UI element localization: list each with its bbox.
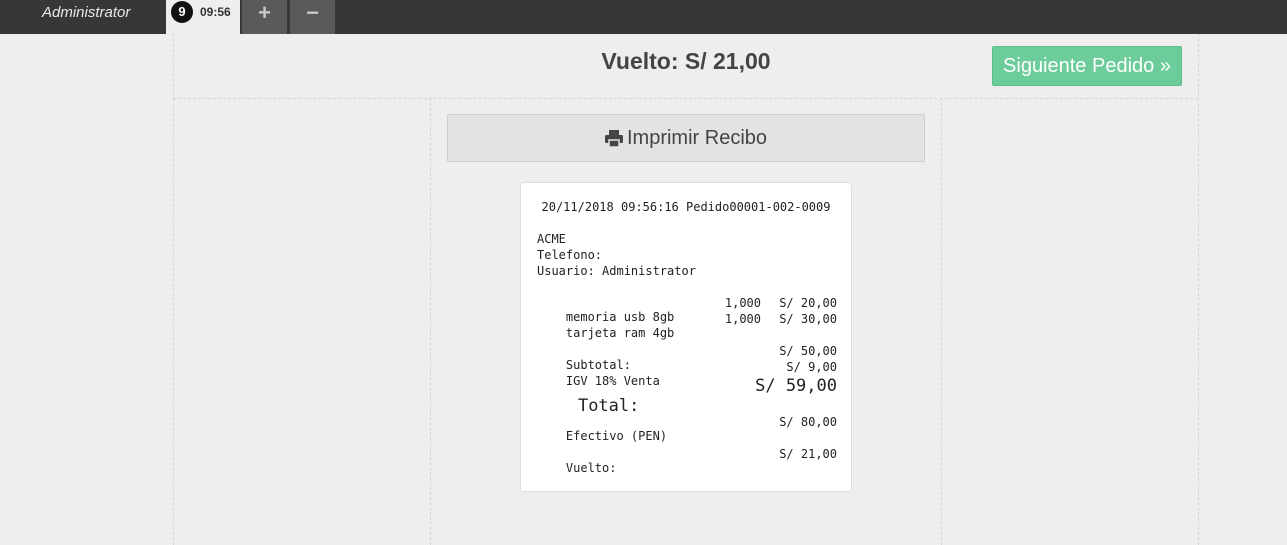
receipt-cash-row: Efectivo (PEN) S/ 80,00 [537, 415, 837, 443]
tax-value: S/ 9,00 [786, 360, 837, 374]
add-order-button[interactable]: + [242, 0, 287, 34]
item-price: S/ 20,00 [779, 296, 837, 310]
total-value: S/ 59,00 [755, 376, 837, 396]
cash-label: Efectivo (PEN) [565, 429, 668, 443]
total-label: Total: [577, 396, 640, 416]
receipt-change-row: Vuelto: S/ 21,00 [537, 447, 837, 475]
receipt-item-row: memoria usb 8gb 1,000 S/ 20,00 [537, 296, 837, 324]
change-amount-title: Vuelto: S/ 21,00 [601, 48, 771, 74]
item-qty: 1,000 [724, 296, 761, 310]
column-divider [941, 98, 942, 545]
receipt-subtotal-row: Subtotal: S/ 50,00 [537, 344, 837, 372]
row-divider [173, 98, 1198, 99]
item-name: tarjeta ram 4gb [565, 326, 675, 340]
order-time: 09:56 [200, 5, 231, 19]
receipt-tax-row: IGV 18% Venta S/ 9,00 [537, 360, 837, 388]
column-divider [430, 98, 431, 545]
receipt-header: 20/11/2018 09:56:16 Pedido00001-002-0009 [541, 200, 831, 214]
receipt-preview: 20/11/2018 09:56:16 Pedido00001-002-0009… [520, 182, 852, 492]
column-divider [1198, 34, 1199, 545]
receipt-item-row: tarjeta ram 4gb 1,000 S/ 30,00 [537, 312, 837, 340]
item-qty: 1,000 [724, 312, 761, 326]
user-name[interactable]: Administrator [42, 4, 130, 21]
change-label: Vuelto: [565, 461, 617, 475]
column-divider [173, 34, 174, 545]
remove-order-button[interactable]: − [290, 0, 335, 34]
print-receipt-label: Imprimir Recibo [626, 127, 768, 149]
receipt-phone: Telefono: [537, 248, 603, 262]
receipt-company: ACME [537, 232, 566, 246]
order-number-badge: 9 [171, 1, 193, 23]
change-value: S/ 21,00 [779, 447, 837, 461]
top-bar: Administrator 9 09:56 + − [0, 0, 1287, 34]
subtotal-value: S/ 50,00 [779, 344, 837, 358]
print-receipt-button[interactable]: Imprimir Recibo [447, 114, 925, 162]
cash-value: S/ 80,00 [779, 415, 837, 429]
receipt-user: Usuario: Administrator [537, 264, 696, 278]
order-tab[interactable]: 9 09:56 [166, 0, 240, 34]
next-order-button[interactable]: Siguiente Pedido » [992, 46, 1182, 86]
receipt-total-row: Total: S/ 59,00 [537, 376, 837, 416]
item-price: S/ 30,00 [779, 312, 837, 326]
printer-icon [604, 130, 623, 148]
